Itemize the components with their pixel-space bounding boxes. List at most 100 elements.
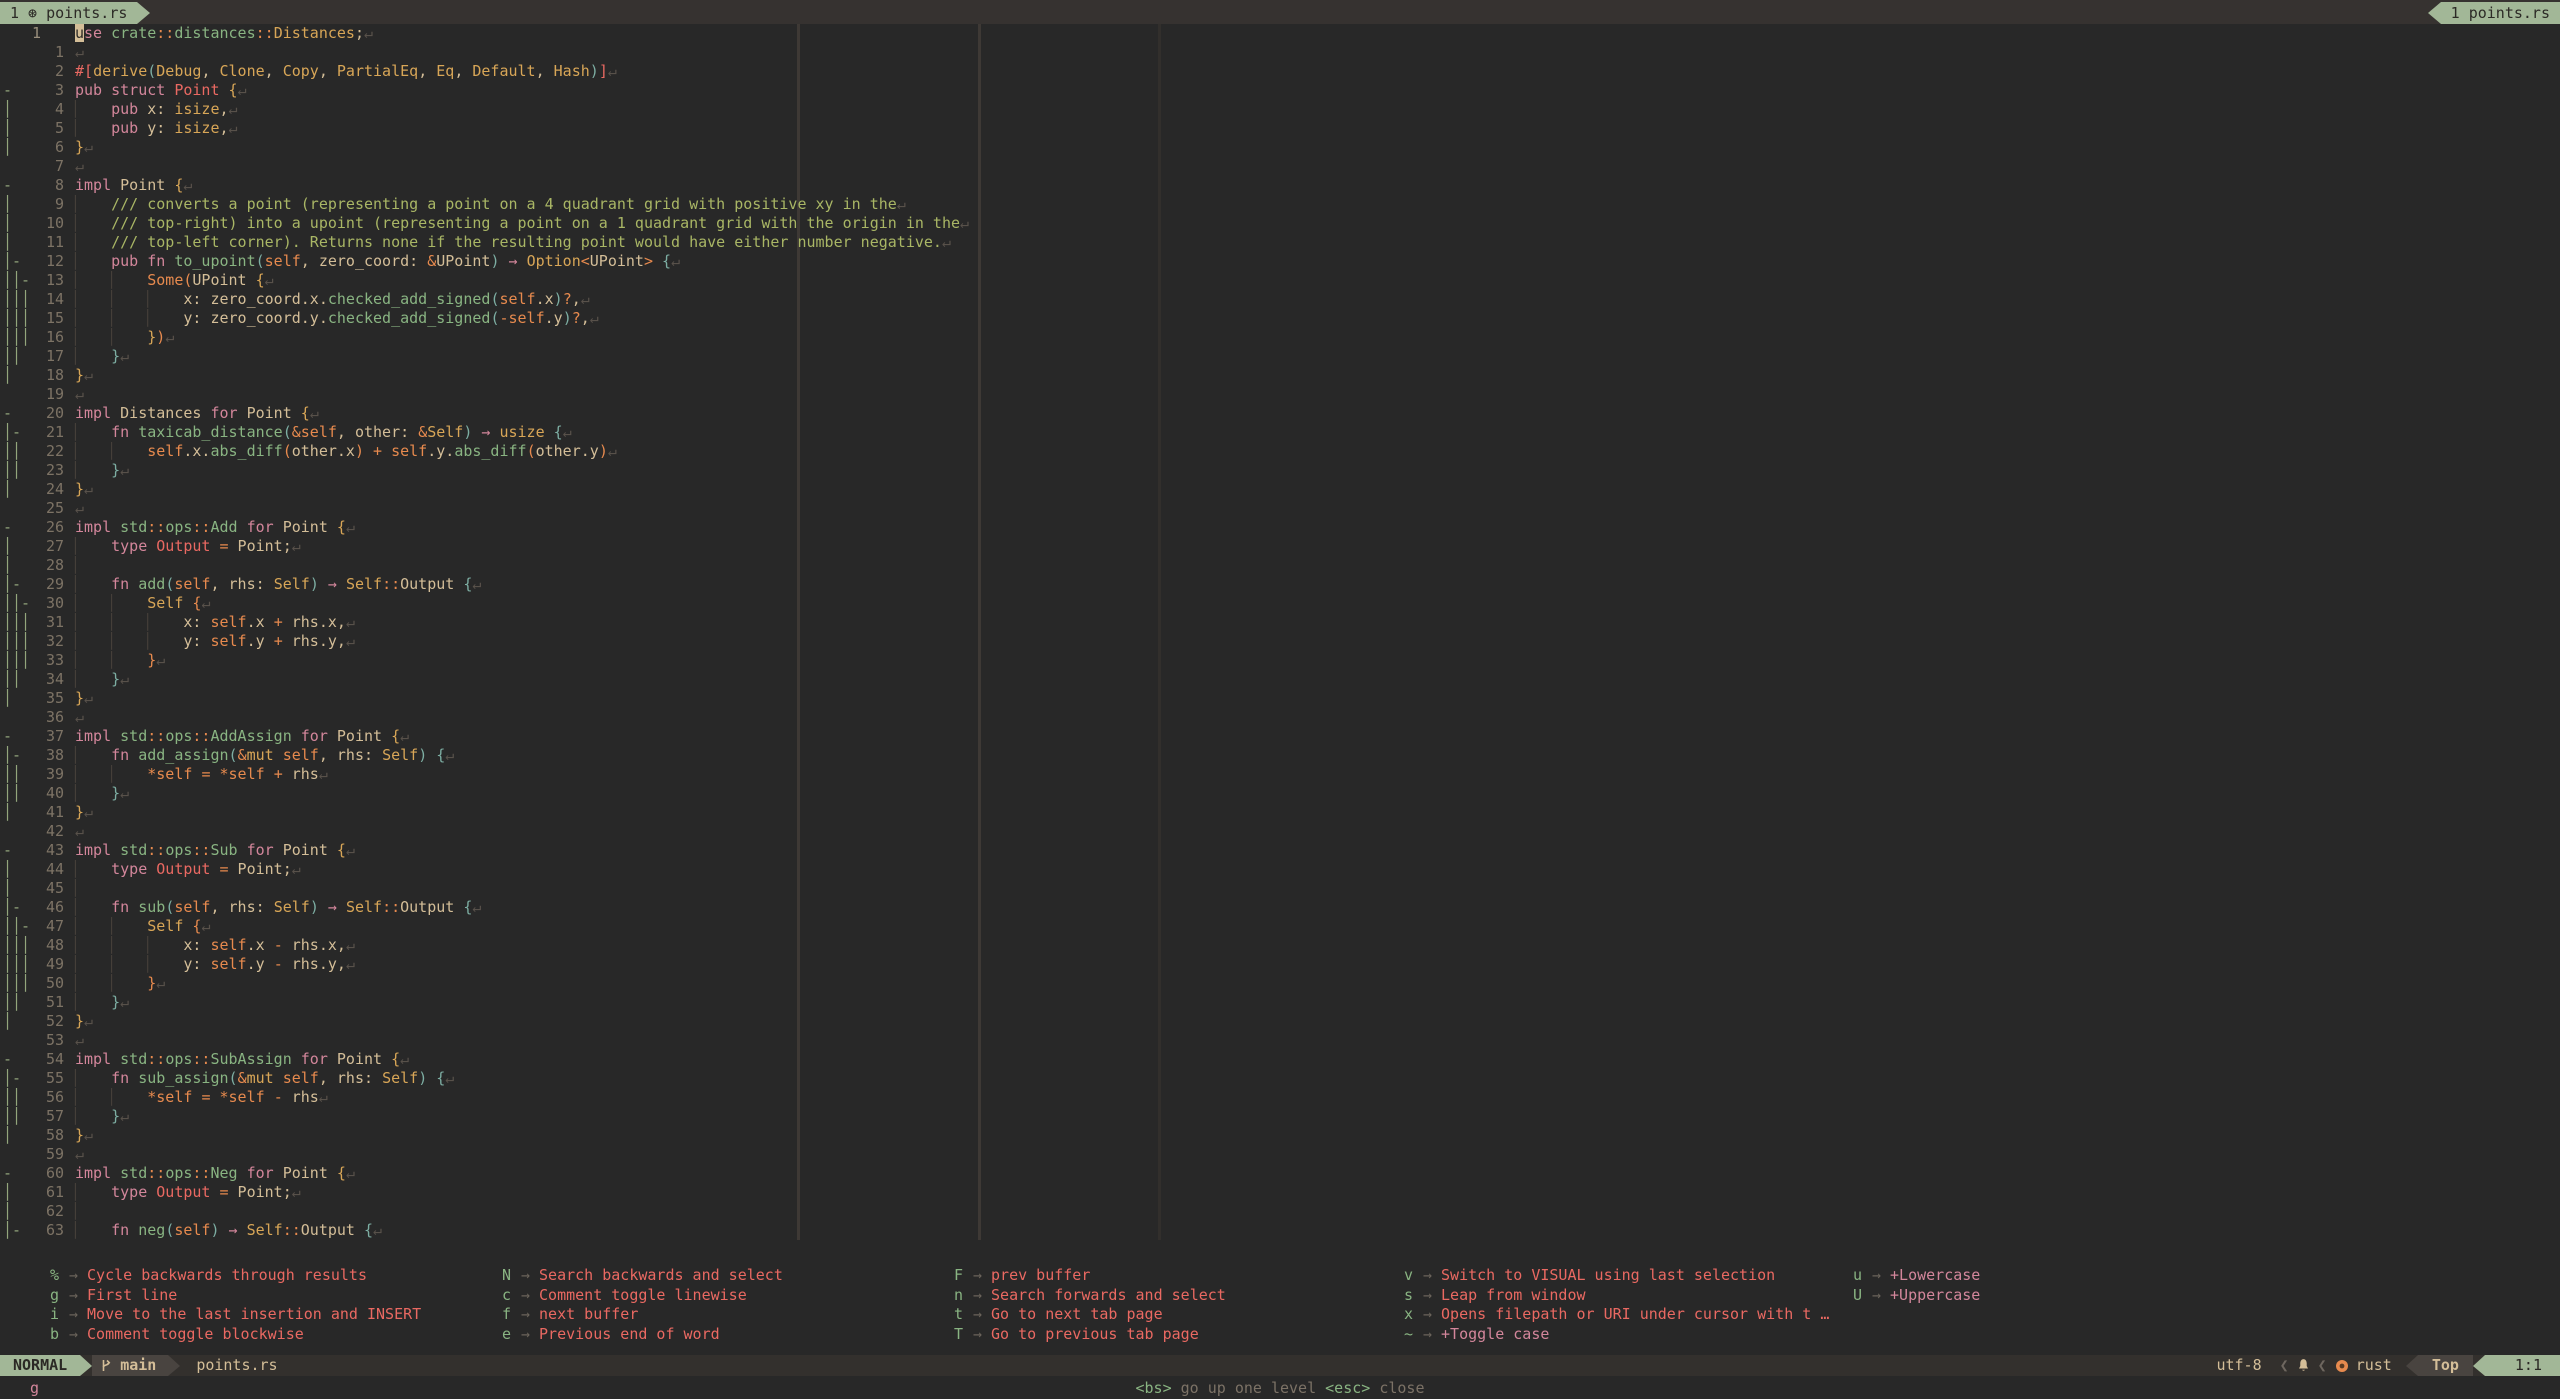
code-line[interactable]: - 43 impl std::ops::Sub for Point {↵ xyxy=(0,841,2560,860)
fold-column[interactable]: │ xyxy=(3,1126,12,1145)
code-line[interactable]: │- 63 ▏ fn neg(self) → Self::Output {↵ xyxy=(0,1221,2560,1240)
fold-column[interactable]: │ xyxy=(3,556,12,575)
fold-column[interactable]: │ xyxy=(3,195,12,214)
code-line[interactable]: │ 52}↵ xyxy=(0,1012,2560,1031)
fold-column[interactable]: ││ xyxy=(3,1088,21,1107)
fold-column[interactable]: ││ xyxy=(3,784,21,803)
fold-column[interactable]: ││ xyxy=(3,670,21,689)
code-line[interactable]: 19 ↵ xyxy=(0,385,2560,404)
fold-column[interactable]: │ xyxy=(3,860,12,879)
fold-column[interactable]: - xyxy=(3,404,12,423)
code-line[interactable]: ││ 22 ▏ ▏ self.x.abs_diff(other.x) + self.… xyxy=(0,442,2560,461)
fold-column[interactable]: │ xyxy=(3,214,12,233)
code-buffer[interactable]: 1 use crate::distances::Distances;↵ 1 ↵ 2 #[d… xyxy=(0,24,2560,1240)
code-line[interactable]: │- 46 ▏ fn sub(self, rhs: Self) → Self::Ou… xyxy=(0,898,2560,917)
git-branch-segment[interactable]: main xyxy=(92,1355,169,1376)
code-line[interactable]: │ 11 ▏ /// top-left corner). Returns none … xyxy=(0,233,2560,252)
whichkey-item[interactable]: x → Opens filepath or URI under cursor wit… xyxy=(1399,1305,1829,1324)
whichkey-item[interactable]: b → Comment toggle blockwise xyxy=(45,1325,304,1344)
buffer-tab-active[interactable]: 1 ⊛ points.rs xyxy=(0,2,151,24)
code-line[interactable]: │││ 32 ▏ ▏ ▏ y: self.y + rhs.y,↵ xyxy=(0,632,2560,651)
fold-column[interactable]: │ xyxy=(3,537,12,556)
whichkey-item[interactable]: i → Move to the last insertion and INSERT xyxy=(45,1305,421,1324)
code-line[interactable]: │ 28 ▏ xyxy=(0,556,2560,575)
code-line[interactable]: │││ 31 ▏ ▏ ▏ x: self.x + rhs.x,↵ xyxy=(0,613,2560,632)
fold-column[interactable]: │- xyxy=(3,1069,21,1088)
backspace-key-hint[interactable]: <bs> xyxy=(1136,1379,1172,1397)
fold-column[interactable]: - xyxy=(3,518,12,537)
fold-column[interactable]: │ xyxy=(3,879,12,898)
code-line[interactable]: │ 24}↵ xyxy=(0,480,2560,499)
code-line[interactable]: │ 62 ▏ xyxy=(0,1202,2560,1221)
fold-column[interactable]: ││ xyxy=(3,442,21,461)
code-line[interactable]: 2 #[derive(Debug, Clone, Copy, PartialEq,… xyxy=(0,62,2560,81)
fold-column[interactable]: - xyxy=(3,176,12,195)
code-line[interactable]: │││ 48 ▏ ▏ ▏ x: self.x - rhs.x,↵ xyxy=(0,936,2560,955)
bell-icon[interactable] xyxy=(2297,1358,2310,1373)
whichkey-item[interactable]: f → next buffer xyxy=(497,1305,638,1324)
whichkey-item[interactable]: u → +Lowercase xyxy=(1848,1266,1980,1285)
fold-column[interactable]: - xyxy=(3,1050,12,1069)
code-line[interactable]: - 60 impl std::ops::Neg for Point {↵ xyxy=(0,1164,2560,1183)
escape-key-hint[interactable]: <esc> xyxy=(1325,1379,1370,1397)
code-line[interactable]: │││ 50 ▏ ▏ }↵ xyxy=(0,974,2560,993)
code-line[interactable]: - 37 impl std::ops::AddAssign for Point {↵ xyxy=(0,727,2560,746)
code-line[interactable]: ││ 39 ▏ ▏ *self = *self + rhs↵ xyxy=(0,765,2560,784)
whichkey-item[interactable]: s → Leap from window xyxy=(1399,1286,1586,1305)
code-line[interactable]: 25 ↵ xyxy=(0,499,2560,518)
code-line[interactable]: │ 9 ▏ /// converts a point (representing a… xyxy=(0,195,2560,214)
fold-column[interactable]: │- xyxy=(3,423,21,442)
code-line[interactable]: │- 12 ▏ pub fn to_upoint(self, zero_coord:… xyxy=(0,252,2560,271)
code-line[interactable]: - 26 impl std::ops::Add for Point {↵ xyxy=(0,518,2560,537)
code-line[interactable]: ││- 30 ▏ ▏ Self {↵ xyxy=(0,594,2560,613)
code-line[interactable]: │ 18}↵ xyxy=(0,366,2560,385)
fold-column[interactable]: ││ xyxy=(3,1107,21,1126)
code-line[interactable]: - 20 impl Distances for Point {↵ xyxy=(0,404,2560,423)
fold-column[interactable]: │- xyxy=(3,575,21,594)
code-line[interactable]: 36 ↵ xyxy=(0,708,2560,727)
code-line[interactable]: ││ 56 ▏ ▏ *self = *self - rhs↵ xyxy=(0,1088,2560,1107)
whichkey-item[interactable]: t → Go to next tab page xyxy=(949,1305,1163,1324)
whichkey-item[interactable]: c → Comment toggle linewise xyxy=(497,1286,747,1305)
fold-column[interactable]: │ xyxy=(3,689,12,708)
fold-column[interactable]: │ xyxy=(3,1012,12,1031)
fold-column[interactable]: - xyxy=(3,1164,12,1183)
code-line[interactable]: ││- 13 ▏ ▏ Some(UPoint {↵ xyxy=(0,271,2560,290)
fold-column[interactable]: │ xyxy=(3,100,12,119)
code-line[interactable]: │ 61 ▏ type Output = Point;↵ xyxy=(0,1183,2560,1202)
whichkey-item[interactable]: e → Previous end of word xyxy=(497,1325,720,1344)
code-line[interactable]: │││ 15 ▏ ▏ ▏ y: zero_coord.y.checked_add_s… xyxy=(0,309,2560,328)
fold-column[interactable]: │ xyxy=(3,1202,12,1221)
whichkey-item[interactable]: n → Search forwards and select xyxy=(949,1286,1226,1305)
code-line[interactable]: 1 use crate::distances::Distances;↵ xyxy=(0,24,2560,43)
code-line[interactable]: ││ 23 ▏ }↵ xyxy=(0,461,2560,480)
fold-column[interactable]: │ xyxy=(3,366,12,385)
fold-column[interactable]: │ xyxy=(3,1183,12,1202)
fold-column[interactable]: │ xyxy=(3,480,12,499)
code-line[interactable]: ││- 47 ▏ ▏ Self {↵ xyxy=(0,917,2560,936)
code-line[interactable]: 53 ↵ xyxy=(0,1031,2560,1050)
whichkey-item[interactable]: T → Go to previous tab page xyxy=(949,1325,1199,1344)
whichkey-item[interactable]: v → Switch to VISUAL using last selection xyxy=(1399,1266,1775,1285)
fold-column[interactable]: ││ xyxy=(3,993,21,1012)
fold-column[interactable]: ││ xyxy=(3,765,21,784)
fold-column[interactable]: │ xyxy=(3,138,12,157)
whichkey-item[interactable]: ~ → +Toggle case xyxy=(1399,1325,1549,1344)
code-line[interactable]: ││ 17 ▏ }↵ xyxy=(0,347,2560,366)
code-line[interactable]: │││ 33 ▏ ▏ }↵ xyxy=(0,651,2560,670)
code-line[interactable]: │ 10 ▏ /// top-right) into a upoint (repre… xyxy=(0,214,2560,233)
fold-column[interactable]: │- xyxy=(3,252,21,271)
fold-column[interactable]: ││ xyxy=(3,461,21,480)
whichkey-item[interactable]: U → +Uppercase xyxy=(1848,1286,1980,1305)
code-line[interactable]: 1 ↵ xyxy=(0,43,2560,62)
code-line[interactable]: - 54 impl std::ops::SubAssign for Point {↵ xyxy=(0,1050,2560,1069)
code-line[interactable]: │- 29 ▏ fn add(self, rhs: Self) → Self::Ou… xyxy=(0,575,2560,594)
code-line[interactable]: ││ 51 ▏ }↵ xyxy=(0,993,2560,1012)
code-line[interactable]: │││ 14 ▏ ▏ ▏ x: zero_coord.x.checked_add_s… xyxy=(0,290,2560,309)
code-line[interactable]: │ 44 ▏ type Output = Point;↵ xyxy=(0,860,2560,879)
code-line[interactable]: │ 35}↵ xyxy=(0,689,2560,708)
code-line[interactable]: - 3 pub struct Point {↵ xyxy=(0,81,2560,100)
fold-column[interactable]: ││ xyxy=(3,347,21,366)
code-line[interactable]: │- 21 ▏ fn taxicab_distance(&self, other: … xyxy=(0,423,2560,442)
code-line[interactable]: │ 58}↵ xyxy=(0,1126,2560,1145)
